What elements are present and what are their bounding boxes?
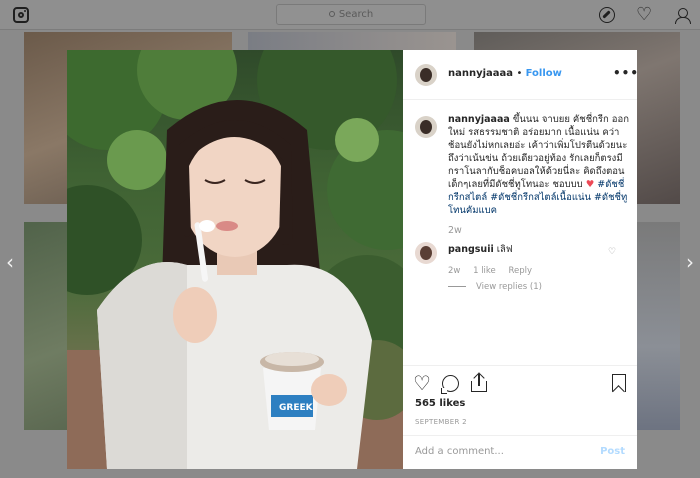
follow-button[interactable]: Follow — [526, 68, 562, 79]
post-details-panel: nannyjaaaa • Follow ••• nannyjaaaa ขึ้นน… — [403, 50, 639, 469]
post-photo[interactable]: GREEK — [67, 50, 403, 469]
comment-meta: 2w 1 like Reply — [448, 266, 542, 276]
add-comment-bar: Add a comment... Post — [403, 435, 637, 469]
post-author-line: nannyjaaaa • Follow — [448, 68, 562, 79]
comment-text: เลิฟ — [496, 244, 513, 255]
search-input[interactable]: Search — [276, 4, 426, 25]
caption-username[interactable]: nannyjaaaa — [448, 114, 510, 125]
bookmark-icon[interactable] — [612, 374, 626, 392]
grid-post-thumbnail[interactable] — [636, 222, 680, 430]
comment-timestamp[interactable]: 2w — [448, 266, 460, 276]
svg-text:GREEK: GREEK — [279, 403, 314, 413]
reply-button[interactable]: Reply — [508, 266, 532, 276]
post-date[interactable]: SEPTEMBER 2 — [415, 418, 467, 426]
post-caption: nannyjaaaa ขึ้นนน จาบยย คัชชี่กรีก ออกให… — [448, 113, 632, 217]
separator-dot: • — [516, 68, 526, 79]
post-username[interactable]: nannyjaaaa — [448, 68, 513, 79]
post-comment-button[interactable]: Post — [600, 446, 625, 457]
comment: pangsuii เลิฟ — [448, 242, 513, 257]
instagram-icon[interactable] — [13, 7, 29, 23]
like-heart-icon[interactable]: ♡ — [413, 372, 431, 394]
post-photo-image: GREEK — [67, 50, 403, 469]
comment-icon[interactable] — [441, 375, 459, 394]
add-comment-input[interactable]: Add a comment... — [415, 446, 504, 457]
heart-emoji-icon: ♥ — [585, 179, 595, 190]
post-header: nannyjaaaa • Follow ••• — [403, 50, 639, 100]
comment-like-count[interactable]: 1 like — [473, 266, 496, 276]
grid-post-thumbnail[interactable] — [248, 32, 456, 50]
like-count[interactable]: 565 likes — [415, 398, 465, 409]
comment-like-heart-icon[interactable]: ♡ — [608, 247, 616, 257]
compass-icon[interactable] — [599, 7, 615, 23]
search-icon — [328, 11, 335, 17]
user-icon[interactable] — [674, 7, 691, 24]
next-post-arrow-icon[interactable]: › — [686, 250, 694, 274]
avatar[interactable] — [415, 64, 437, 86]
avatar[interactable] — [415, 116, 437, 138]
share-icon[interactable] — [471, 372, 487, 392]
avatar[interactable] — [415, 242, 437, 264]
previous-post-arrow-icon[interactable]: ‹ — [6, 250, 14, 274]
more-options-icon[interactable]: ••• — [613, 66, 639, 80]
caption-timestamp[interactable]: 2w — [448, 225, 462, 236]
heart-icon[interactable]: ♡ — [636, 6, 652, 24]
search-placeholder: Search — [338, 9, 374, 20]
view-replies-button[interactable]: View replies (1) — [448, 282, 542, 292]
comment-username[interactable]: pangsuii — [448, 244, 494, 255]
top-navigation: Search ♡ — [0, 0, 700, 30]
